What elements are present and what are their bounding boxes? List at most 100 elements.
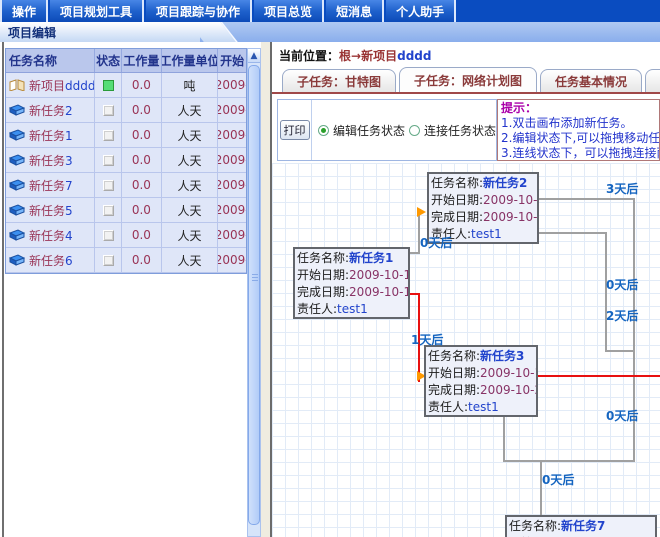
status-indicator[interactable]: [103, 230, 114, 241]
task-name[interactable]: 新任务6: [29, 252, 73, 269]
workload-value: 0.0: [122, 248, 162, 272]
start-value: 2009-: [218, 123, 246, 147]
start-value: 2009-: [218, 248, 246, 272]
node-owner-value: test1: [471, 227, 502, 241]
node-finish-value: 2009-10-15: [483, 210, 539, 224]
tab-network-plan[interactable]: 子任务：网络计划图: [399, 67, 537, 92]
task-book-icon: [9, 229, 25, 241]
task-table-header: 任务名称 状态 工作量 工作量单位 开始: [6, 49, 246, 73]
lag-label: 2天后: [606, 307, 638, 324]
task-book-icon: [9, 104, 25, 116]
node-start-value: 2009-10-13: [349, 268, 410, 282]
task-node[interactable]: 任务名称:新任务3 开始日期:2009-10-14 完成日期:2009-10-2…: [424, 345, 538, 417]
table-row[interactable]: 新任务2 0.0 人天 2009-: [6, 98, 246, 123]
edit-state-label[interactable]: 编辑任务状态: [333, 122, 405, 139]
table-row[interactable]: 新任务7 0.0 人天 2009-: [6, 173, 246, 198]
connector-line-selected[interactable]: [538, 375, 660, 377]
node-finish-label: 完成日期:: [428, 383, 480, 397]
menu-item-operations[interactable]: 操作: [0, 0, 48, 22]
col-header-status[interactable]: 状态: [95, 49, 122, 72]
col-header-workload-unit[interactable]: 工作量单位: [162, 49, 219, 72]
node-owner-label: 责任人:: [297, 302, 337, 316]
edit-state-radio[interactable]: [318, 125, 329, 136]
hint-line: 2.编辑状态下,可以拖拽移动任务框: [501, 131, 659, 146]
workload-value: 0.0: [122, 173, 162, 197]
lag-label: 1天后: [411, 331, 443, 348]
tab-basic-info[interactable]: 任务基本情况: [540, 69, 642, 92]
canvas-toolbar: 打印 编辑任务状态 连接任务状态: [277, 99, 497, 161]
scrollbar-thumb[interactable]: [248, 65, 260, 525]
task-name[interactable]: 新任务3: [29, 152, 73, 169]
print-button[interactable]: 打印: [280, 120, 310, 140]
menu-item-assistant[interactable]: 个人助手: [386, 0, 456, 22]
link-state-label[interactable]: 连接任务状态: [424, 122, 496, 139]
table-row[interactable]: 新任务5 0.0 人天 2009-: [6, 198, 246, 223]
table-row[interactable]: 新任务6 0.0 人天 2009-: [6, 248, 246, 273]
node-name-value: 新任务2: [483, 176, 527, 190]
scroll-up-icon[interactable]: ▲: [248, 49, 260, 63]
connector-line: [503, 460, 635, 462]
project-icon: [9, 79, 25, 91]
workload-unit-value: 人天: [162, 223, 219, 247]
menu-item-planning-tools[interactable]: 项目规划工具: [50, 0, 144, 22]
tab-gantt[interactable]: 子任务：甘特图: [282, 69, 396, 92]
task-name[interactable]: 新任务1: [29, 127, 73, 144]
hint-panel: 提示： 1.双击画布添加新任务。 2.编辑状态下,可以拖拽移动任务框 3.连线状…: [497, 99, 660, 161]
status-indicator[interactable]: [103, 205, 114, 216]
node-name-value: 新任务1: [349, 251, 393, 265]
task-name[interactable]: 新任务2: [29, 102, 73, 119]
link-state-radio[interactable]: [409, 125, 420, 136]
status-indicator[interactable]: [103, 180, 114, 191]
connector-line: [605, 350, 633, 352]
node-name-label: 任务名称:: [509, 519, 561, 533]
workload-unit-value: 人天: [162, 173, 219, 197]
status-indicator[interactable]: [103, 130, 114, 141]
start-value: 2009-: [218, 98, 246, 122]
connector-line: [633, 352, 635, 460]
col-header-start[interactable]: 开始: [218, 49, 246, 72]
col-header-workload[interactable]: 工作量: [122, 49, 162, 72]
breadcrumb-project-id[interactable]: dddd: [397, 49, 431, 63]
table-scrollbar[interactable]: ▲: [247, 48, 261, 537]
status-indicator[interactable]: [103, 255, 114, 266]
start-value: 2009-: [218, 198, 246, 222]
breadcrumb-project[interactable]: 新项目: [361, 49, 397, 63]
breadcrumb-arrow-icon: →: [351, 49, 361, 63]
status-indicator[interactable]: [103, 105, 114, 116]
start-value: 2009-: [218, 223, 246, 247]
table-row[interactable]: 新任务4 0.0 人天 2009-: [6, 223, 246, 248]
task-name[interactable]: 新任务5: [29, 202, 73, 219]
col-header-task-name[interactable]: 任务名称: [6, 49, 95, 72]
network-diagram-canvas[interactable]: 任务名称:新任务2 开始日期:2009-10-13 完成日期:2009-10-1…: [272, 163, 660, 537]
lag-label: 0天后: [420, 234, 452, 251]
workload-value: 0.0: [122, 148, 162, 172]
task-book-icon: [9, 129, 25, 141]
connector-line: [539, 198, 633, 200]
connector-line: [633, 198, 635, 352]
table-row[interactable]: 新任务3 0.0 人天 2009-: [6, 148, 246, 173]
table-row[interactable]: 新任务1 0.0 人天 2009-: [6, 123, 246, 148]
node-finish-value: 2009-10-13: [349, 285, 410, 299]
task-name[interactable]: 新任务7: [29, 177, 73, 194]
connector-line: [503, 417, 505, 460]
task-name[interactable]: 新任务4: [29, 227, 73, 244]
task-name[interactable]: 新项目dddd: [29, 77, 95, 94]
start-value: 2009-: [218, 173, 246, 197]
menu-item-messages[interactable]: 短消息: [326, 0, 384, 22]
panel-splitter[interactable]: [261, 42, 272, 537]
menu-item-project-overview[interactable]: 项目总览: [254, 0, 324, 22]
lag-label: 3天后: [606, 180, 638, 197]
lag-label: 0天后: [542, 471, 574, 488]
breadcrumb-label: 当前位置：: [279, 49, 339, 63]
hint-line: 3.连线状态下，可以拖拽连接两个任: [501, 146, 659, 161]
workload-value: 0.0: [122, 198, 162, 222]
task-node[interactable]: 任务名称:新任务1 开始日期:2009-10-13 完成日期:2009-10-1…: [293, 247, 410, 319]
status-indicator[interactable]: [103, 155, 114, 166]
status-indicator[interactable]: [103, 80, 114, 91]
table-row[interactable]: 新项目dddd 0.0 吨 2009-: [6, 73, 246, 98]
task-node[interactable]: 任务名称:新任务7 开始日期:2009-10-20: [505, 515, 657, 537]
window-left-border: [2, 42, 4, 537]
menu-item-tracking-collab[interactable]: 项目跟踪与协作: [146, 0, 252, 22]
tab-task-change[interactable]: 任务变: [645, 69, 660, 92]
breadcrumb-root[interactable]: 根: [339, 49, 351, 63]
